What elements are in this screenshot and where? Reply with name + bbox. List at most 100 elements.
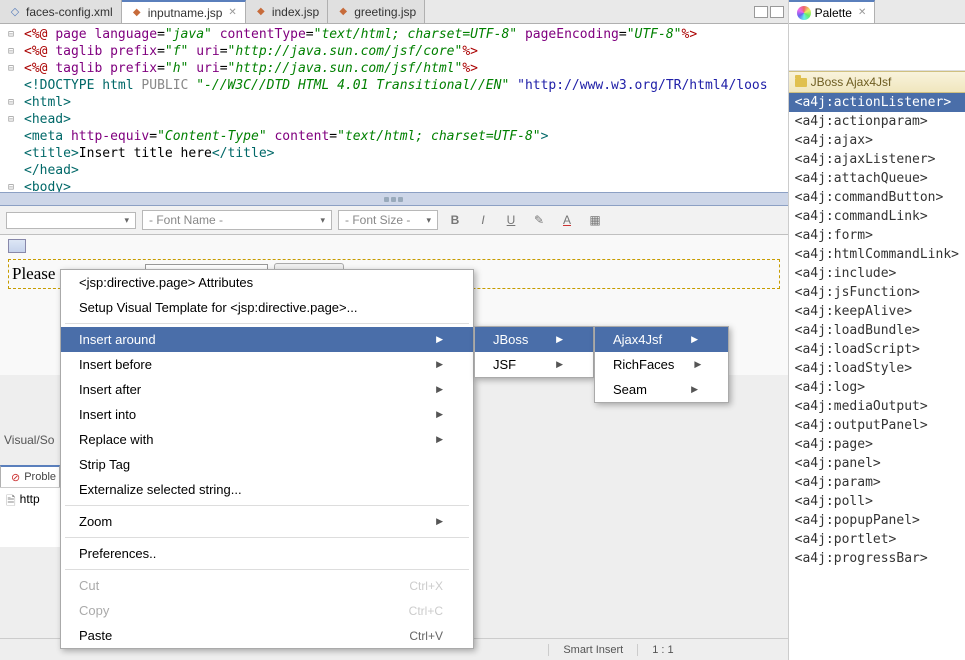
ctx-insert-before[interactable]: Insert before▶ <box>61 352 473 377</box>
ctx-richfaces[interactable]: RichFaces▶ <box>595 352 728 377</box>
ctx-label: Insert after <box>79 382 141 397</box>
ctx-insert-into[interactable]: Insert into▶ <box>61 402 473 427</box>
editor-tab[interactable]: ◆inputname.jsp✕ <box>122 0 246 23</box>
preview-chip-icon[interactable] <box>8 239 26 253</box>
visual-source-tab-text[interactable]: Visual/So <box>4 433 54 447</box>
folder-icon <box>795 78 807 87</box>
ctx-ajax4jsf[interactable]: Ajax4Jsf▶ <box>595 327 728 352</box>
arrow-right-icon: ▶ <box>436 384 443 395</box>
text-color-button[interactable]: A <box>556 210 578 230</box>
italic-button[interactable]: I <box>472 210 494 230</box>
ctx-label: Seam <box>613 382 647 397</box>
ctx-label: Zoom <box>79 514 112 529</box>
palette-tag-item[interactable]: <a4j:commandLink> <box>789 207 965 226</box>
code-line: <head> <box>24 111 788 128</box>
source-editor[interactable]: ⊟⊟⊟⊟⊟⊟ <%@ page language="java" contentT… <box>0 24 788 192</box>
ctx-label: Insert around <box>79 332 156 347</box>
context-menu: <jsp:directive.page> Attributes Setup Vi… <box>60 269 474 649</box>
split-sash[interactable] <box>0 192 788 206</box>
palette-tag-item[interactable]: <a4j:actionparam> <box>789 112 965 131</box>
minimize-icon[interactable] <box>754 6 768 18</box>
editor-window-controls <box>750 0 788 23</box>
palette-toolbar-area <box>789 24 965 71</box>
ctx-insert-around[interactable]: Insert around▶ <box>61 327 473 352</box>
palette-body: <a4j:actionListener><a4j:actionparam><a4… <box>789 93 965 660</box>
palette-tag-item[interactable]: <a4j:attachQueue> <box>789 169 965 188</box>
ctx-jsf[interactable]: JSF▶ <box>475 352 593 377</box>
ctx-insert-after[interactable]: Insert after ▶ <box>61 377 473 402</box>
error-icon: ⊘ <box>11 471 20 484</box>
palette-tag-item[interactable]: <a4j:ajaxListener> <box>789 150 965 169</box>
ctx-paste[interactable]: PasteCtrl+V <box>61 623 473 648</box>
style-select[interactable]: ▾ <box>6 212 136 229</box>
palette-tag-item[interactable]: <a4j:portlet> <box>789 530 965 549</box>
palette-tag-item[interactable]: <a4j:ajax> <box>789 131 965 150</box>
palette-tag-item[interactable]: <a4j:commandButton> <box>789 188 965 207</box>
ctx-label: Cut <box>79 578 99 593</box>
palette-tag-item[interactable]: <a4j:outputPanel> <box>789 416 965 435</box>
palette-tag-item[interactable]: <a4j:include> <box>789 264 965 283</box>
file-jsp-icon: ◆ <box>254 5 268 19</box>
maximize-icon[interactable] <box>770 6 784 18</box>
arrow-right-icon: ▶ <box>691 384 698 395</box>
palette-tag-item[interactable]: <a4j:htmlCommandLink> <box>789 245 965 264</box>
palette-tag-item[interactable]: <a4j:poll> <box>789 492 965 511</box>
editor-tab[interactable]: ◇faces-config.xml <box>0 0 122 23</box>
palette-tab[interactable]: Palette✕ <box>789 0 876 23</box>
close-icon[interactable]: ✕ <box>858 7 866 18</box>
ctx-label: <jsp:directive.page> Attributes <box>79 275 253 290</box>
ctx-seam[interactable]: Seam ▶ <box>595 377 728 402</box>
ctx-strip-tag[interactable]: Strip Tag <box>61 452 473 477</box>
palette-tag-item[interactable]: <a4j:loadStyle> <box>789 359 965 378</box>
caret-down-icon: ▾ <box>320 215 325 226</box>
ctx-label: Setup Visual Template for <jsp:directive… <box>79 300 357 315</box>
underline-button[interactable]: U <box>500 210 522 230</box>
ctx-label: Strip Tag <box>79 457 130 472</box>
ctx-externalize[interactable]: Externalize selected string... <box>61 477 473 502</box>
bold-button[interactable]: B <box>444 210 466 230</box>
separator <box>65 569 469 570</box>
ctx-setup-template[interactable]: Setup Visual Template for <jsp:directive… <box>61 295 473 320</box>
font-size-select[interactable]: - Font Size -▾ <box>338 210 438 230</box>
caret-down-icon: ▾ <box>124 215 129 226</box>
fold-gutter: ⊟⊟⊟⊟⊟⊟ <box>8 26 14 192</box>
editor-tab[interactable]: ◆index.jsp <box>246 0 328 23</box>
palette-tag-item[interactable]: <a4j:actionListener> <box>789 93 965 112</box>
palette-drawer-header[interactable]: JBoss Ajax4Jsf <box>789 71 965 93</box>
font-name-select[interactable]: - Font Name -▾ <box>142 210 332 230</box>
arrow-right-icon: ▶ <box>436 359 443 370</box>
palette-tag-item[interactable]: <a4j:log> <box>789 378 965 397</box>
arrow-right-icon: ▶ <box>556 359 563 370</box>
ctx-label: Preferences.. <box>79 546 156 561</box>
file-xml-icon: ◇ <box>8 5 22 19</box>
editor-tab-bar: ◇faces-config.xml ◆inputname.jsp✕ ◆index… <box>0 0 788 24</box>
palette-tag-item[interactable]: <a4j:form> <box>789 226 965 245</box>
palette-tag-item[interactable]: <a4j:jsFunction> <box>789 283 965 302</box>
tab-label: Proble <box>24 471 56 483</box>
problems-tab[interactable]: ⊘ Proble <box>0 465 60 487</box>
ctx-attributes[interactable]: <jsp:directive.page> Attributes <box>61 270 473 295</box>
ctx-jboss[interactable]: JBoss▶ <box>475 327 593 352</box>
ctx-shortcut: Ctrl+V <box>409 629 443 643</box>
background-color-button[interactable]: ▦ <box>584 210 606 230</box>
close-icon[interactable]: ✕ <box>228 7 236 18</box>
ctx-preferences[interactable]: Preferences.. <box>61 541 473 566</box>
palette-tag-item[interactable]: <a4j:panel> <box>789 454 965 473</box>
separator <box>65 505 469 506</box>
visual-preview[interactable]: Please enter name: #{personBean.name} Sa… <box>0 235 788 375</box>
palette-tag-item[interactable]: <a4j:popupPanel> <box>789 511 965 530</box>
palette-tag-item[interactable]: <a4j:page> <box>789 435 965 454</box>
editor-tab[interactable]: ◆greeting.jsp <box>328 0 425 23</box>
ctx-label: Ajax4Jsf <box>613 332 662 347</box>
ctx-replace-with[interactable]: Replace with▶ <box>61 427 473 452</box>
palette-tag-item[interactable]: <a4j:mediaOutput> <box>789 397 965 416</box>
palette-tag-item[interactable]: <a4j:loadScript> <box>789 340 965 359</box>
palette-tag-item[interactable]: <a4j:param> <box>789 473 965 492</box>
properties-row: 🗎http <box>0 487 60 547</box>
palette-tag-item[interactable]: <a4j:progressBar> <box>789 549 965 568</box>
ctx-zoom[interactable]: Zoom▶ <box>61 509 473 534</box>
palette-tag-item[interactable]: <a4j:loadBundle> <box>789 321 965 340</box>
palette-tag-item[interactable]: <a4j:keepAlive> <box>789 302 965 321</box>
highlight-button[interactable]: ✎ <box>528 210 550 230</box>
code-line: </head> <box>24 162 788 179</box>
